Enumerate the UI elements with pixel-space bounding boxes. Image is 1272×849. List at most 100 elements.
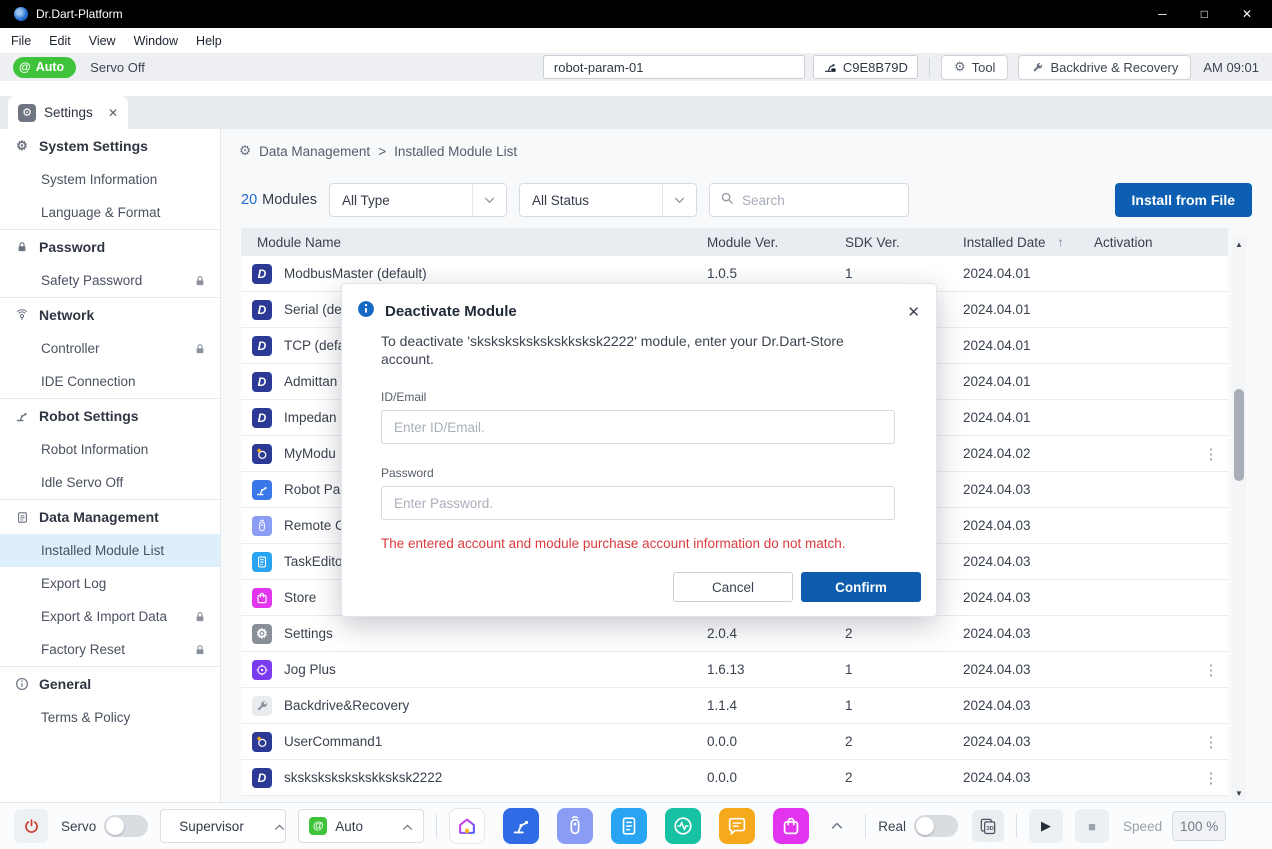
type-filter-select[interactable]: All Type — [329, 183, 507, 217]
lock-icon — [194, 611, 206, 623]
chevron-up-icon — [380, 819, 413, 834]
col-activation[interactable]: Activation — [1094, 235, 1194, 250]
sidebar-item-factory-reset[interactable]: Factory Reset — [0, 633, 220, 666]
id-email-input[interactable] — [381, 410, 895, 444]
store-app-icon[interactable] — [773, 808, 809, 844]
maximize-button[interactable]: □ — [1201, 7, 1208, 21]
servo-toggle[interactable] — [104, 815, 148, 837]
home-icon[interactable] — [449, 808, 485, 844]
install-from-file-button[interactable]: Install from File — [1115, 183, 1252, 217]
sidebar-item-robot-settings[interactable]: Robot Settings — [0, 398, 220, 433]
sidebar-item-idle-servo-off[interactable]: Idle Servo Off — [0, 466, 220, 499]
sidebar-item-language-format[interactable]: Language & Format — [0, 196, 220, 229]
chevron-up-icon[interactable] — [831, 817, 843, 835]
row-menu-icon[interactable]: ⋮ — [1194, 445, 1228, 463]
menu-view[interactable]: View — [80, 34, 125, 48]
row-menu-icon[interactable]: ⋮ — [1194, 769, 1228, 787]
cancel-button[interactable]: Cancel — [673, 572, 793, 602]
col-module-ver[interactable]: Module Ver. — [707, 235, 845, 250]
module-name: TCP (defa — [284, 338, 345, 353]
menu-file[interactable]: File — [2, 34, 40, 48]
play-button[interactable]: ▶ — [1029, 809, 1063, 843]
sidebar-item-controller[interactable]: Controller — [0, 332, 220, 365]
module-version: 1.0.5 — [707, 266, 845, 281]
gear-icon: ⚙ — [14, 138, 30, 154]
robot-param-input[interactable] — [543, 55, 805, 79]
mode-badge[interactable]: @ Auto — [13, 57, 76, 78]
taskbar: Servo Supervisor @ Auto Real 3D ▶ — [0, 802, 1272, 849]
dart-module-icon: D — [252, 768, 272, 788]
sidebar-item-system-settings[interactable]: ⚙System Settings — [0, 129, 220, 163]
scrollbar-thumb[interactable] — [1234, 389, 1244, 481]
confirm-button[interactable]: Confirm — [801, 572, 921, 602]
table-row[interactable]: UserCommand10.0.022024.04.03⋮ — [241, 724, 1228, 760]
sidebar-item-export-import-data[interactable]: Export & Import Data — [0, 600, 220, 633]
tool-button[interactable]: ⚙ Tool — [941, 55, 1009, 80]
tab-settings[interactable]: ⚙ Settings ✕ — [8, 96, 128, 129]
remote-app-icon[interactable] — [557, 808, 593, 844]
sidebar-item-installed-module-list[interactable]: Installed Module List — [0, 534, 220, 567]
sidebar-item-export-log[interactable]: Export Log — [0, 567, 220, 600]
scroll-down-icon[interactable]: ▼ — [1235, 786, 1243, 800]
sidebar-item-terms-policy[interactable]: Terms & Policy — [0, 701, 220, 734]
backdrive-recovery-button[interactable]: Backdrive & Recovery — [1018, 55, 1191, 80]
sidebar-item-robot-information[interactable]: Robot Information — [0, 433, 220, 466]
speed-label: Speed — [1123, 819, 1162, 834]
table-row[interactable]: Dskskskskskskskksksk22220.0.022024.04.03… — [241, 760, 1228, 796]
sidebar-item-network[interactable]: Network — [0, 297, 220, 332]
swirl-module-icon — [252, 732, 272, 752]
close-button[interactable]: ✕ — [1242, 7, 1252, 21]
sidebar-item-general[interactable]: General — [0, 666, 220, 701]
password-input[interactable] — [381, 486, 895, 520]
dart-module-icon: D — [252, 372, 272, 392]
table-row[interactable]: ⚙Settings2.0.422024.04.03 — [241, 616, 1228, 652]
robot-id-button[interactable]: C9E8B79D — [813, 55, 918, 79]
row-menu-icon[interactable]: ⋮ — [1194, 733, 1228, 751]
message-app-icon[interactable] — [719, 808, 755, 844]
stop-button[interactable]: ■ — [1075, 809, 1109, 843]
table-header: Module Name Module Ver. SDK Ver. Install… — [241, 228, 1228, 256]
dart-module-icon: D — [252, 408, 272, 428]
doc-icon — [14, 511, 30, 524]
sidebar-item-ide-connection[interactable]: IDE Connection — [0, 365, 220, 398]
power-button[interactable] — [14, 809, 48, 843]
sidebar-item-label: Password — [39, 239, 105, 255]
menu-window[interactable]: Window — [125, 34, 187, 48]
search-field[interactable] — [709, 183, 909, 217]
title-bar: Dr.Dart-Platform ─ □ ✕ — [0, 0, 1272, 28]
sidebar-item-password[interactable]: Password — [0, 229, 220, 264]
3d-view-button[interactable]: 3D — [972, 810, 1004, 842]
menu-help[interactable]: Help — [187, 34, 231, 48]
search-input[interactable] — [742, 193, 898, 208]
menu-bar: File Edit View Window Help — [0, 28, 1272, 53]
sidebar-item-data-management[interactable]: Data Management — [0, 499, 220, 534]
minimize-button[interactable]: ─ — [1158, 7, 1167, 21]
table-scrollbar[interactable]: ▲ ▼ — [1232, 237, 1246, 800]
svg-text:3D: 3D — [986, 826, 993, 832]
role-select[interactable]: Supervisor — [160, 809, 286, 843]
row-menu-icon[interactable]: ⋮ — [1194, 661, 1228, 679]
robot-app-icon[interactable] — [503, 808, 539, 844]
col-module-name[interactable]: Module Name — [241, 235, 707, 250]
real-toggle[interactable] — [914, 815, 958, 837]
sdk-version: 2 — [845, 626, 963, 641]
taskdoc-module-icon — [252, 552, 272, 572]
col-installed-date[interactable]: Installed Date ↑ — [963, 235, 1094, 250]
breadcrumb: ⚙ Data Management > Installed Module Lis… — [221, 129, 1272, 159]
monitor-app-icon[interactable] — [665, 808, 701, 844]
task-app-icon[interactable] — [611, 808, 647, 844]
tab-close-icon[interactable]: ✕ — [108, 106, 118, 120]
table-row[interactable]: Backdrive&Recovery1.1.412024.04.03 — [241, 688, 1228, 724]
scroll-up-icon[interactable]: ▲ — [1235, 237, 1243, 251]
sidebar-item-safety-password[interactable]: Safety Password — [0, 264, 220, 297]
mode-select[interactable]: @ Auto — [298, 809, 424, 843]
col-sdk-ver[interactable]: SDK Ver. — [845, 235, 963, 250]
status-filter-select[interactable]: All Status — [519, 183, 697, 217]
table-row[interactable]: Jog Plus1.6.1312024.04.03⋮ — [241, 652, 1228, 688]
installed-date: 2024.04.03 — [963, 698, 1094, 713]
dialog-close-icon[interactable]: ✕ — [907, 303, 920, 321]
sidebar-item-system-information[interactable]: System Information — [0, 163, 220, 196]
speed-value[interactable]: 100 % — [1172, 811, 1226, 841]
info-icon — [357, 300, 375, 323]
menu-edit[interactable]: Edit — [40, 34, 80, 48]
